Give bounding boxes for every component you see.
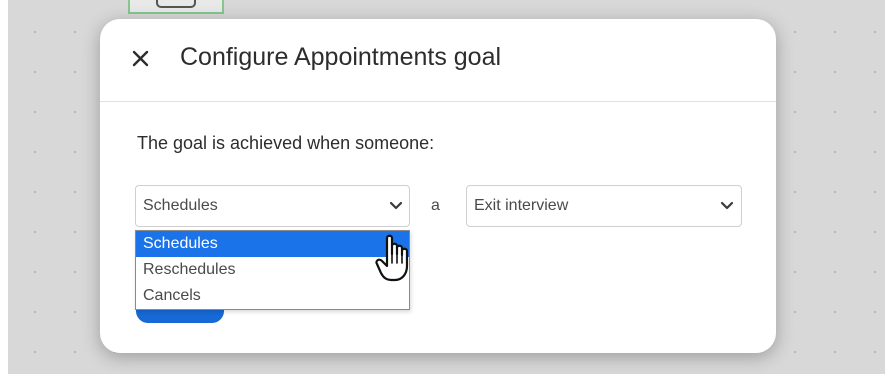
- chevron-down-icon: [720, 201, 734, 210]
- goal-prompt-text: The goal is achieved when someone:: [137, 133, 435, 153]
- background-canvas-node: [128, 0, 224, 14]
- configure-goal-modal: Configure Appointments goal The goal is …: [100, 19, 776, 353]
- appointment-select-value: Exit interview: [474, 197, 569, 214]
- dropdown-option-schedules[interactable]: Schedules: [136, 231, 409, 257]
- article-text: a: [431, 197, 440, 214]
- appointment-type-select[interactable]: Exit interview: [466, 185, 742, 227]
- modal-header: Configure Appointments goal: [100, 19, 776, 102]
- action-dropdown-list: Schedules Reschedules Cancels: [135, 230, 410, 310]
- dropdown-option-cancels[interactable]: Cancels: [136, 283, 409, 309]
- chevron-down-icon: [389, 201, 403, 210]
- left-edge-panel: [0, 0, 8, 374]
- dropdown-option-reschedules[interactable]: Reschedules: [136, 257, 409, 283]
- background-node-shape: [156, 0, 196, 8]
- close-button[interactable]: [128, 45, 154, 71]
- action-select-value: Schedules: [143, 197, 218, 214]
- close-icon: [132, 50, 149, 67]
- action-select[interactable]: Schedules: [135, 185, 410, 227]
- modal-title: Configure Appointments goal: [180, 43, 502, 71]
